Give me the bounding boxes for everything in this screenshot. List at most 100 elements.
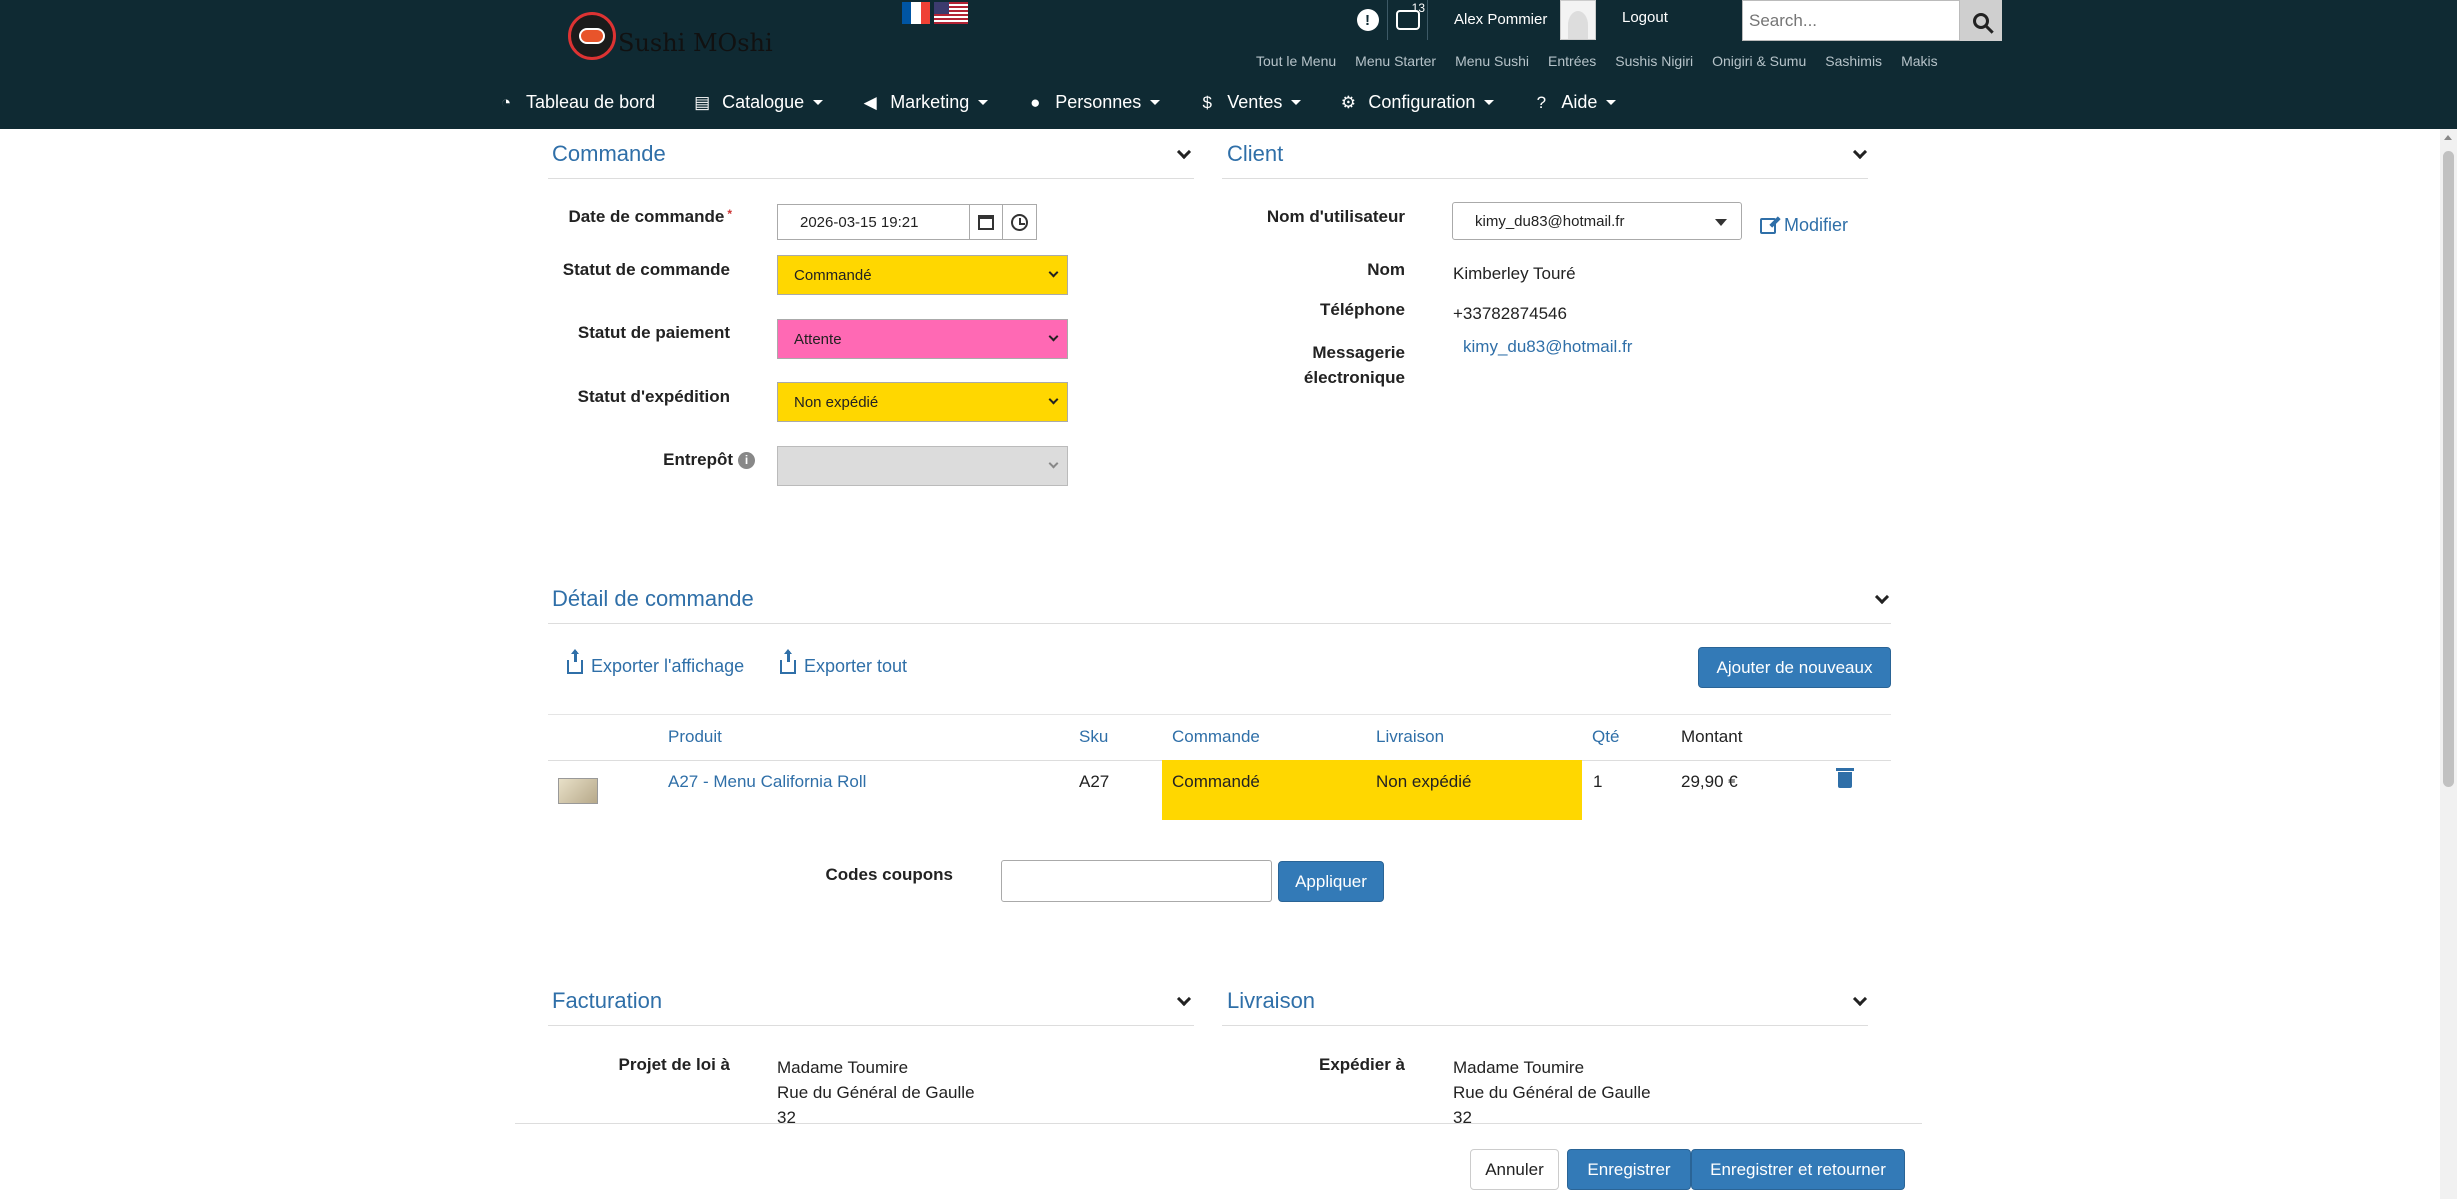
caret-down-icon	[1484, 100, 1495, 105]
subnav-onigiri[interactable]: Onigiri & Sumu	[1712, 53, 1806, 69]
row-qty: 1	[1593, 772, 1603, 791]
column-amount: Montant	[1681, 727, 1743, 746]
avatar[interactable]	[1560, 0, 1596, 40]
username-select[interactable]: kimy_du83@hotmail.fr	[1452, 202, 1742, 240]
top-bar: Sushi MOshi ! 13 Alex Pommier Logout Tou…	[0, 0, 2457, 129]
calendar-icon	[977, 214, 994, 230]
payment-status-label: Statut de paiement	[577, 323, 730, 342]
nav-marketing[interactable]: ◀ Marketing	[861, 92, 989, 113]
column-qty[interactable]: Qté	[1592, 727, 1619, 747]
chevron-down-icon[interactable]	[1852, 144, 1868, 160]
subnav-sashimis[interactable]: Sashimis	[1825, 53, 1882, 69]
main-nav: ◔ Tableau de bord ▤ Catalogue ◀ Marketing ●…	[497, 92, 1654, 113]
export-all-link[interactable]: Exporter tout	[780, 648, 907, 677]
chevron-down-icon[interactable]	[1176, 144, 1192, 160]
search-button[interactable]	[1960, 0, 2002, 41]
french-flag-icon[interactable]	[902, 2, 930, 24]
warehouse-select[interactable]	[777, 446, 1068, 486]
product-thumbnail[interactable]	[558, 778, 598, 804]
messages-button[interactable]: 13	[1388, 0, 1428, 40]
save-button[interactable]: Enregistrer	[1567, 1149, 1691, 1190]
nav-aide[interactable]: ? Aide	[1532, 92, 1617, 113]
save-and-return-button[interactable]: Enregistrer et retourner	[1691, 1149, 1905, 1190]
clock-icon	[1011, 213, 1028, 231]
client-phone: +33782874546	[1453, 304, 1567, 323]
subnav-sushis-nigiri[interactable]: Sushis Nigiri	[1615, 53, 1693, 69]
delivery-line-3: 32	[1453, 1108, 1472, 1124]
client-email-link[interactable]: kimy_du83@hotmail.fr	[1463, 337, 1632, 357]
nav-configuration[interactable]: ⚙ Configuration	[1339, 92, 1495, 113]
coupon-input[interactable]	[1001, 860, 1272, 902]
trash-icon[interactable]	[1836, 768, 1854, 788]
search-input[interactable]	[1742, 0, 1960, 41]
order-detail-title[interactable]: Détail de commande	[552, 586, 754, 612]
export-view-link[interactable]: Exporter l'affichage	[567, 648, 744, 677]
subnav-menu-starter[interactable]: Menu Starter	[1355, 53, 1436, 69]
warehouse-label: Entrepôt i	[540, 450, 755, 470]
upload-icon	[780, 648, 796, 674]
divider	[548, 1025, 1194, 1026]
chevron-down-icon[interactable]	[1874, 589, 1890, 605]
divider	[548, 623, 1891, 624]
dashboard-icon: ◔	[500, 92, 512, 112]
search-box	[1742, 0, 2002, 41]
delivery-line-1: Madame Toumire	[1453, 1058, 1585, 1077]
search-icon	[1973, 12, 1989, 29]
order-section-title[interactable]: Commande	[552, 141, 666, 167]
time-button[interactable]	[1003, 204, 1037, 240]
nav-dashboard[interactable]: ◔ Tableau de bord	[497, 92, 655, 113]
modify-client-link[interactable]: Modifier	[1760, 215, 1848, 236]
shipping-status-select[interactable]: Non expédié	[777, 382, 1068, 422]
row-sku: A27	[1079, 772, 1110, 791]
nav-personnes[interactable]: ● Personnes	[1026, 92, 1161, 113]
nav-ventes[interactable]: $ Ventes	[1198, 92, 1302, 113]
username[interactable]: Alex Pommier	[1454, 11, 1547, 28]
billing-section-title[interactable]: Facturation	[552, 988, 662, 1014]
brand-logo[interactable]: Sushi MOshi	[568, 12, 773, 60]
column-delivery[interactable]: Livraison	[1376, 727, 1444, 747]
footer-divider	[515, 1123, 1922, 1124]
apply-coupon-button[interactable]: Appliquer	[1278, 861, 1384, 902]
delivery-section-title[interactable]: Livraison	[1227, 988, 1315, 1014]
chevron-down-icon	[1048, 331, 1059, 342]
calendar-button[interactable]	[969, 204, 1003, 240]
scroll-up-icon[interactable]	[2444, 135, 2452, 140]
us-flag-icon[interactable]	[934, 2, 968, 24]
chevron-down-icon[interactable]	[1176, 991, 1192, 1007]
subnav-menu-sushi[interactable]: Menu Sushi	[1455, 53, 1529, 69]
cancel-button[interactable]: Annuler	[1470, 1149, 1559, 1190]
order-date-input[interactable]: 2026-03-15 19:21	[777, 204, 970, 240]
scrollbar-thumb[interactable]	[2443, 151, 2454, 787]
chevron-down-icon	[1048, 394, 1059, 405]
column-order[interactable]: Commande	[1172, 727, 1260, 747]
info-icon[interactable]: i	[738, 452, 755, 470]
caret-down-icon	[813, 100, 824, 105]
caret-down-icon	[1606, 100, 1617, 105]
language-flags	[902, 2, 968, 24]
megaphone-icon: ◀	[863, 92, 877, 112]
subnav-entrees[interactable]: Entrées	[1548, 53, 1596, 69]
column-sku[interactable]: Sku	[1079, 727, 1108, 747]
divider	[1222, 178, 1868, 179]
payment-status-select[interactable]: Attente	[777, 319, 1068, 359]
chevron-down-icon[interactable]	[1852, 991, 1868, 1007]
row-order-status: Commandé	[1172, 772, 1260, 791]
username-label: Nom d'utilisateur	[1266, 207, 1405, 226]
client-section-title[interactable]: Client	[1227, 141, 1283, 167]
scrollbar[interactable]	[2440, 129, 2457, 1199]
add-new-button[interactable]: Ajouter de nouveaux	[1698, 647, 1891, 688]
logout-link[interactable]: Logout	[1622, 9, 1668, 26]
nav-catalogue[interactable]: ▤ Catalogue	[693, 92, 824, 113]
book-icon: ▤	[694, 92, 711, 112]
column-product[interactable]: Produit	[668, 727, 722, 747]
alert-icon: !	[1356, 9, 1379, 31]
divider	[1222, 1025, 1868, 1026]
question-icon: ?	[1536, 92, 1547, 112]
order-status-select[interactable]: Commandé	[777, 255, 1068, 295]
subnav-makis[interactable]: Makis	[1901, 53, 1938, 69]
notifications-button[interactable]: !	[1348, 0, 1388, 40]
chevron-down-icon	[1048, 458, 1059, 469]
shipping-status-label: Statut d'expédition	[577, 387, 730, 406]
product-link[interactable]: A27 - Menu California Roll	[668, 772, 866, 792]
subnav-tout-le-menu[interactable]: Tout le Menu	[1256, 53, 1336, 69]
